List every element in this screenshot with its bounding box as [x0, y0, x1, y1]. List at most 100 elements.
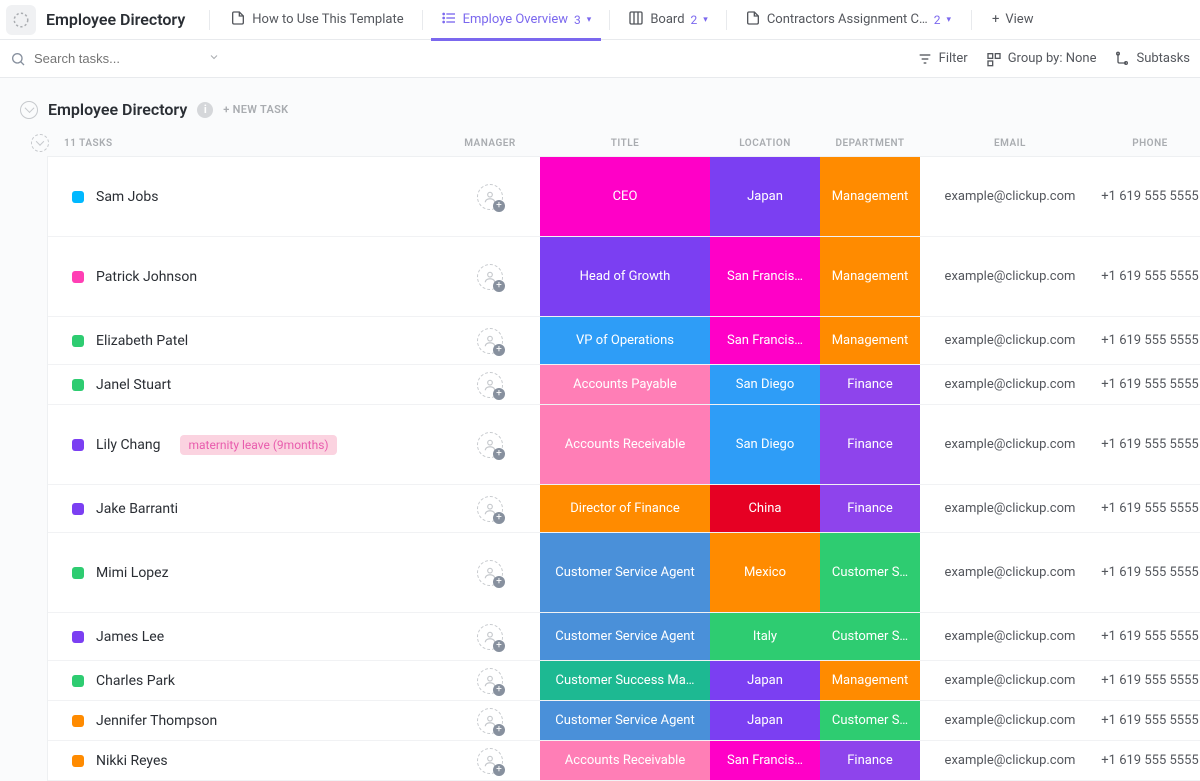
title-cell[interactable]: Customer Service Agent — [540, 701, 710, 740]
chevron-down-icon[interactable]: ▾ — [587, 15, 592, 25]
col-email[interactable]: EMAIL — [920, 138, 1100, 149]
name-cell[interactable]: Jake Barranti — [60, 485, 440, 532]
email-cell[interactable]: example@clickup.com — [920, 741, 1100, 780]
email-cell[interactable]: example@clickup.com — [920, 317, 1100, 364]
manager-cell[interactable] — [440, 661, 540, 700]
view-tab-employe-overview[interactable]: Employe Overview3▾ — [431, 0, 602, 40]
department-cell[interactable]: Management — [820, 661, 920, 700]
name-cell[interactable]: Charles Park — [60, 661, 440, 700]
title-cell[interactable]: Customer Success Ma… — [540, 661, 710, 700]
title-cell[interactable]: Customer Service Agent — [540, 613, 710, 660]
search-input[interactable] — [34, 51, 174, 66]
phone-cell[interactable]: +1 619 555 5555 — [1100, 661, 1200, 700]
location-cell[interactable]: San Diego — [710, 365, 820, 404]
email-cell[interactable]: example@clickup.com — [920, 157, 1100, 236]
assignee-add[interactable] — [477, 328, 503, 354]
manager-cell[interactable] — [440, 701, 540, 740]
status-square[interactable] — [72, 191, 84, 203]
name-cell[interactable]: Nikki Reyes — [60, 741, 440, 780]
location-cell[interactable]: San Francis… — [710, 317, 820, 364]
col-department[interactable]: DEPARTMENT — [820, 138, 920, 149]
name-cell[interactable]: Jennifer Thompson — [60, 701, 440, 740]
add-view-button[interactable]: + View — [982, 12, 1044, 27]
title-cell[interactable]: Director of Finance — [540, 485, 710, 532]
location-cell[interactable]: Italy — [710, 613, 820, 660]
col-location[interactable]: LOCATION — [710, 138, 820, 149]
location-cell[interactable]: Japan — [710, 157, 820, 236]
name-cell[interactable]: Patrick Johnson — [60, 237, 440, 316]
status-square[interactable] — [72, 503, 84, 515]
name-cell[interactable]: Janel Stuart — [60, 365, 440, 404]
assignee-add[interactable] — [477, 624, 503, 650]
department-cell[interactable]: Customer S… — [820, 533, 920, 612]
location-cell[interactable]: China — [710, 485, 820, 532]
status-square[interactable] — [72, 755, 84, 767]
view-tab-board[interactable]: Board2▾ — [618, 0, 717, 40]
title-cell[interactable]: CEO — [540, 157, 710, 236]
title-cell[interactable]: Customer Service Agent — [540, 533, 710, 612]
chevron-down-icon[interactable] — [208, 51, 220, 67]
department-cell[interactable]: Finance — [820, 405, 920, 484]
manager-cell[interactable] — [440, 533, 540, 612]
table-row[interactable]: Charles ParkCustomer Success Ma…JapanMan… — [48, 661, 1200, 701]
table-row[interactable]: Jennifer ThompsonCustomer Service AgentJ… — [48, 701, 1200, 741]
department-cell[interactable]: Customer S… — [820, 701, 920, 740]
manager-cell[interactable] — [440, 485, 540, 532]
phone-cell[interactable]: +1 619 555 5555 — [1100, 237, 1200, 316]
email-cell[interactable]: example@clickup.com — [920, 485, 1100, 532]
title-cell[interactable]: Accounts Payable — [540, 365, 710, 404]
table-row[interactable]: Mimi Lopez Customer Service AgentMexicoCu… — [48, 533, 1200, 613]
filter-button[interactable]: Filter — [917, 51, 968, 67]
col-manager[interactable]: MANAGER — [440, 138, 540, 149]
title-cell[interactable]: Accounts Receivable — [540, 405, 710, 484]
phone-cell[interactable]: +1 619 555 5555 — [1100, 741, 1200, 780]
manager-cell[interactable] — [440, 405, 540, 484]
name-cell[interactable]: James Lee — [60, 613, 440, 660]
department-cell[interactable]: Customer S… — [820, 613, 920, 660]
select-all-toggle[interactable] — [31, 134, 49, 152]
email-cell[interactable]: example@clickup.com — [920, 661, 1100, 700]
search-box[interactable] — [10, 51, 220, 67]
email-cell[interactable]: example@clickup.com — [920, 613, 1100, 660]
assignee-add[interactable] — [477, 496, 503, 522]
department-cell[interactable]: Management — [820, 157, 920, 236]
name-cell[interactable]: Mimi Lopez — [60, 533, 440, 612]
email-cell[interactable]: example@clickup.com — [920, 237, 1100, 316]
assignee-add[interactable] — [477, 668, 503, 694]
groupby-button[interactable]: Group by: None — [986, 51, 1097, 67]
email-cell[interactable]: example@clickup.com — [920, 533, 1100, 612]
table-row[interactable]: Elizabeth PatelVP of OperationsSan Franc… — [48, 317, 1200, 365]
manager-cell[interactable] — [440, 157, 540, 236]
assignee-add[interactable] — [477, 432, 503, 458]
location-cell[interactable]: Mexico — [710, 533, 820, 612]
status-square[interactable] — [72, 271, 84, 283]
department-cell[interactable]: Management — [820, 237, 920, 316]
status-square[interactable] — [72, 439, 84, 451]
table-row[interactable]: Lily Changmaternity leave (9months)Accou… — [48, 405, 1200, 485]
table-row[interactable]: Jake BarrantiDirector of FinanceChinaFin… — [48, 485, 1200, 533]
manager-cell[interactable] — [440, 237, 540, 316]
app-icon[interactable] — [6, 5, 36, 35]
manager-cell[interactable] — [440, 365, 540, 404]
subtasks-button[interactable]: Subtasks — [1114, 51, 1190, 67]
assignee-add[interactable] — [477, 560, 503, 586]
assignee-add[interactable] — [477, 708, 503, 734]
assignee-add[interactable] — [477, 184, 503, 210]
location-cell[interactable]: San Diego — [710, 405, 820, 484]
chevron-down-icon[interactable]: ▾ — [946, 15, 951, 25]
location-cell[interactable]: San Francis… — [710, 237, 820, 316]
title-cell[interactable]: Accounts Receivable — [540, 741, 710, 780]
view-tab-contractors-assignment-c[interactable]: Contractors Assignment C…2▾ — [735, 0, 961, 40]
name-cell[interactable]: Sam Jobs — [60, 157, 440, 236]
assignee-add[interactable] — [477, 748, 503, 774]
assignee-add[interactable] — [477, 264, 503, 290]
manager-cell[interactable] — [440, 613, 540, 660]
table-row[interactable]: Nikki Reyes Accounts ReceivableSan Franci… — [48, 741, 1200, 781]
phone-cell[interactable]: +1 619 555 5555 — [1100, 365, 1200, 404]
view-tab-how-to-use-this-template[interactable]: How to Use This Template — [220, 0, 413, 40]
col-phone[interactable]: PHONE — [1100, 138, 1200, 149]
table-row[interactable]: Patrick JohnsonHead of GrowthSan Francis… — [48, 237, 1200, 317]
location-cell[interactable]: San Francis… — [710, 741, 820, 780]
email-cell[interactable]: example@clickup.com — [920, 365, 1100, 404]
phone-cell[interactable]: +1 619 555 5555 — [1100, 405, 1200, 484]
